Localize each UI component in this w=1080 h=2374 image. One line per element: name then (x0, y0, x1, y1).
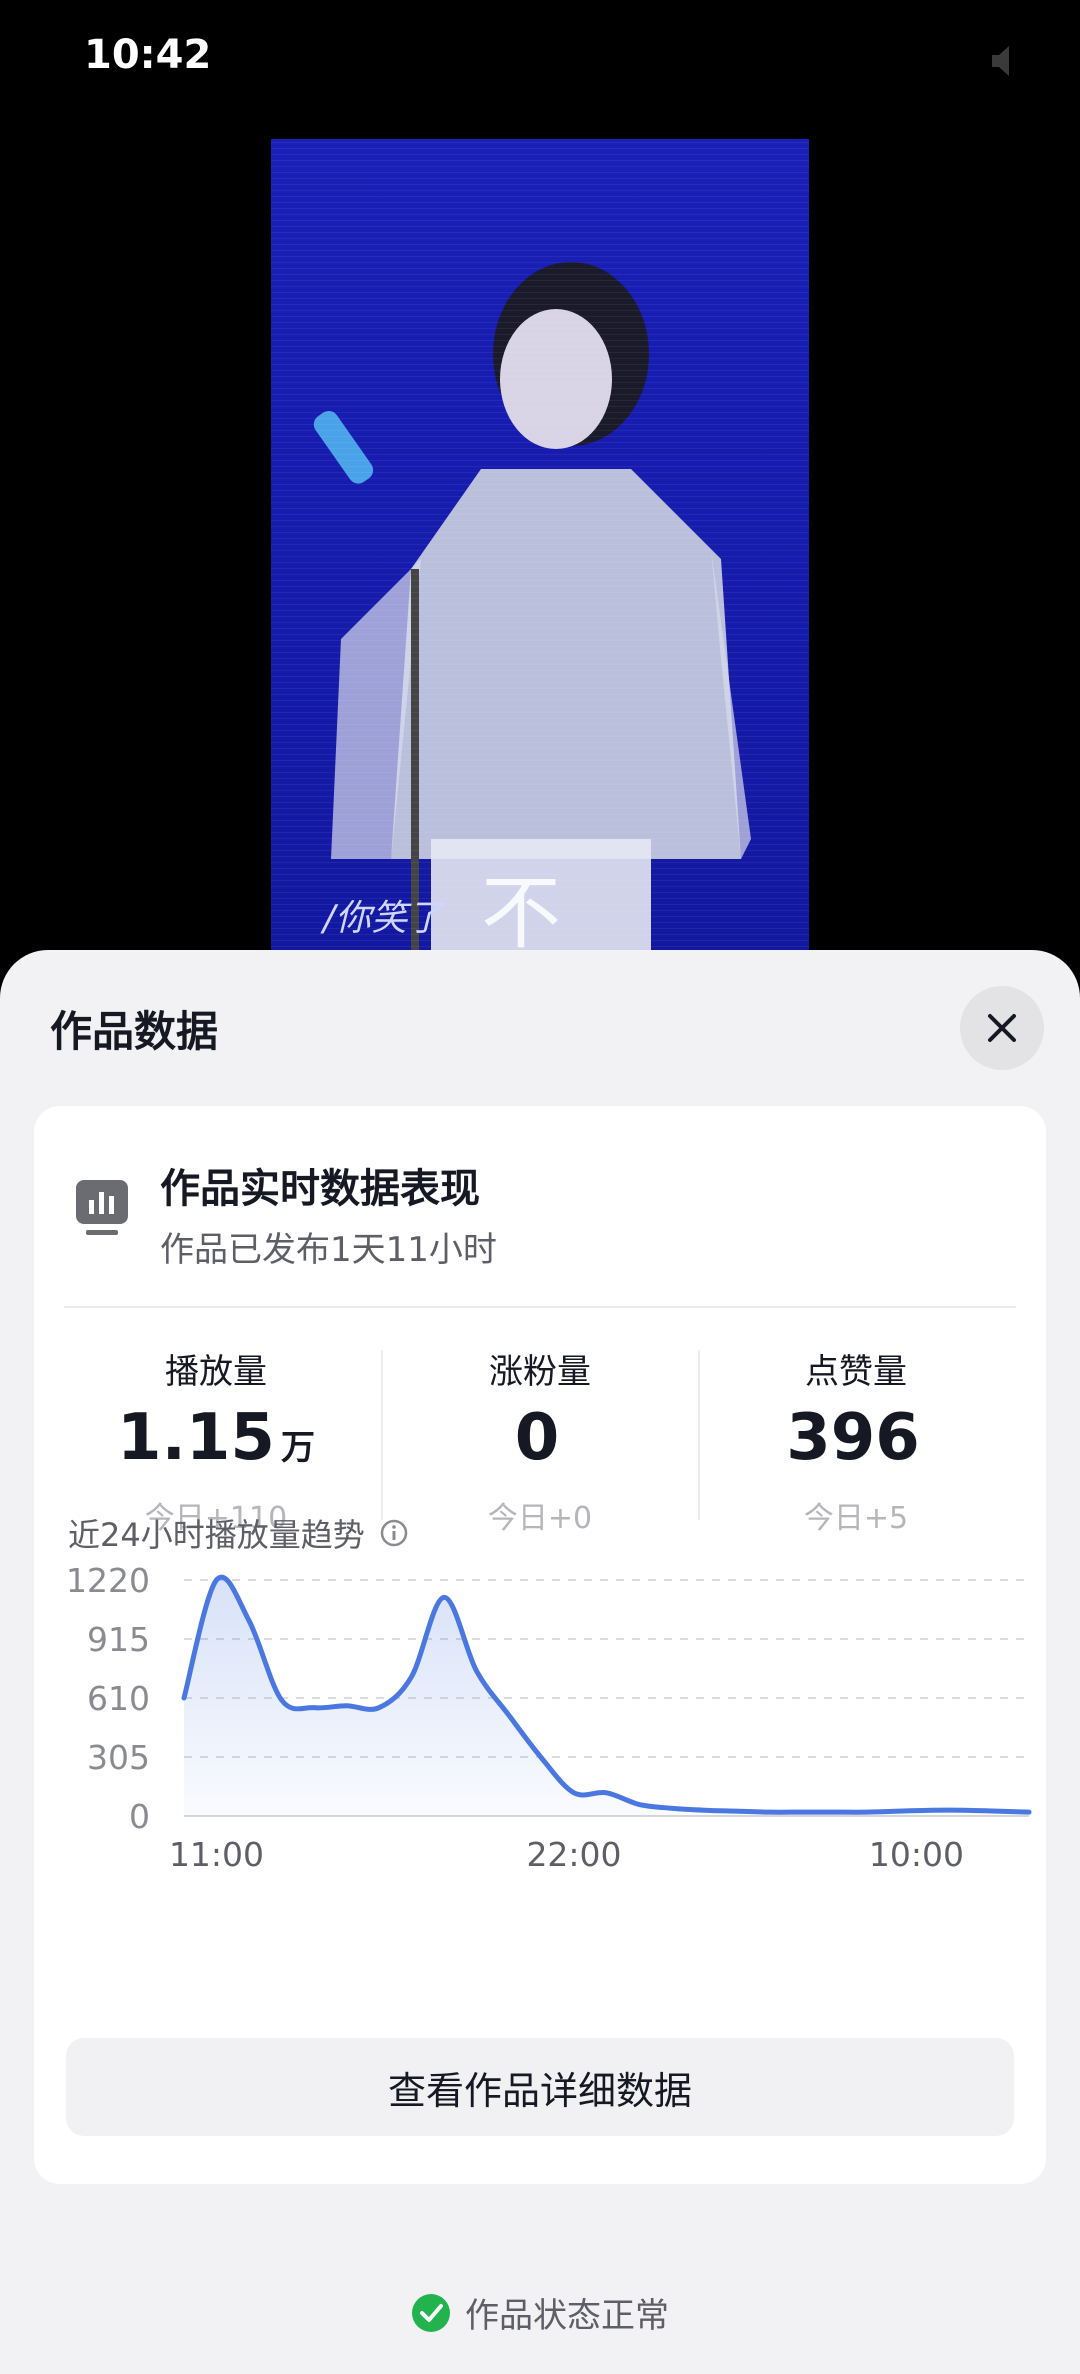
metric-number: 0 (514, 1401, 560, 1475)
bar-chart-icon (76, 1180, 128, 1235)
metric-delta: 今日+5 (803, 1501, 909, 1536)
data-sheet: 作品数据 作品实时数据表现 作品已发布1天11小时 播放量 1.15 万 今日+1… (0, 950, 1080, 2374)
speaker-icon (992, 46, 1009, 76)
metric-value: 1.15 万 (58, 1399, 374, 1487)
chart-title: 近24小时播放量趋势 (68, 1510, 409, 1556)
lyric-char: 不 (481, 867, 561, 959)
metric-value: 396 (698, 1399, 1014, 1487)
divider (64, 1306, 1016, 1308)
stats-card: 作品实时数据表现 作品已发布1天11小时 播放量 1.15 万 今日+110 涨粉… (34, 1106, 1046, 2184)
metric-label: 点赞量 (805, 1352, 907, 1392)
status-time: 10:42 (84, 32, 212, 78)
status-text: 作品状态正常 (465, 2296, 669, 2336)
sheet-title: 作品数据 (50, 1007, 219, 1056)
y-tick-label: 1220 (66, 1566, 150, 1600)
lyric-text: /你笑了 (323, 898, 444, 939)
status-bar: 10:42 (0, 0, 1080, 120)
y-tick-label: 305 (87, 1738, 150, 1777)
check-circle-icon (412, 2293, 450, 2332)
view-details-button[interactable]: 查看作品详细数据 (66, 2038, 1014, 2136)
card-heading: 作品实时数据表现 (160, 1166, 480, 1212)
metric-unit: 万 (280, 1428, 315, 1468)
chart-title-text: 近24小时播放量趋势 (68, 1516, 365, 1554)
y-tick-label: 610 (87, 1679, 150, 1718)
trend-area (184, 1577, 1029, 1816)
metric-label: 涨粉量 (489, 1352, 591, 1392)
metric-likes: 点赞量 396 今日+5 (698, 1336, 1014, 1536)
y-tick-label: 915 (87, 1620, 150, 1659)
x-tick-label: 11:00 (169, 1835, 264, 1874)
metric-delta: 今日+0 (487, 1501, 593, 1536)
close-icon (988, 1014, 1016, 1042)
singer-figure (313, 262, 751, 959)
info-icon[interactable] (379, 1518, 409, 1548)
metric-number: 396 (786, 1401, 920, 1475)
metric-followers: 涨粉量 0 今日+0 (382, 1336, 698, 1536)
trend-chart: 1220 915 610 305 0 11:00 22:00 10:00 (66, 1566, 1032, 1874)
x-tick-label: 10:00 (869, 1835, 964, 1874)
close-button[interactable] (960, 986, 1044, 1070)
work-status: 作品状态正常 (0, 2288, 1080, 2337)
video-preview[interactable]: /你笑了 不 (271, 139, 809, 959)
metric-label: 播放量 (165, 1352, 267, 1392)
y-tick-label: 0 (129, 1797, 150, 1836)
metric-value: 0 (382, 1399, 698, 1487)
metric-number: 1.15 (117, 1401, 275, 1475)
x-tick-label: 22:00 (526, 1835, 621, 1874)
publish-time: 作品已发布1天11小时 (160, 1230, 497, 1270)
metric-plays: 播放量 1.15 万 今日+110 (58, 1336, 374, 1536)
